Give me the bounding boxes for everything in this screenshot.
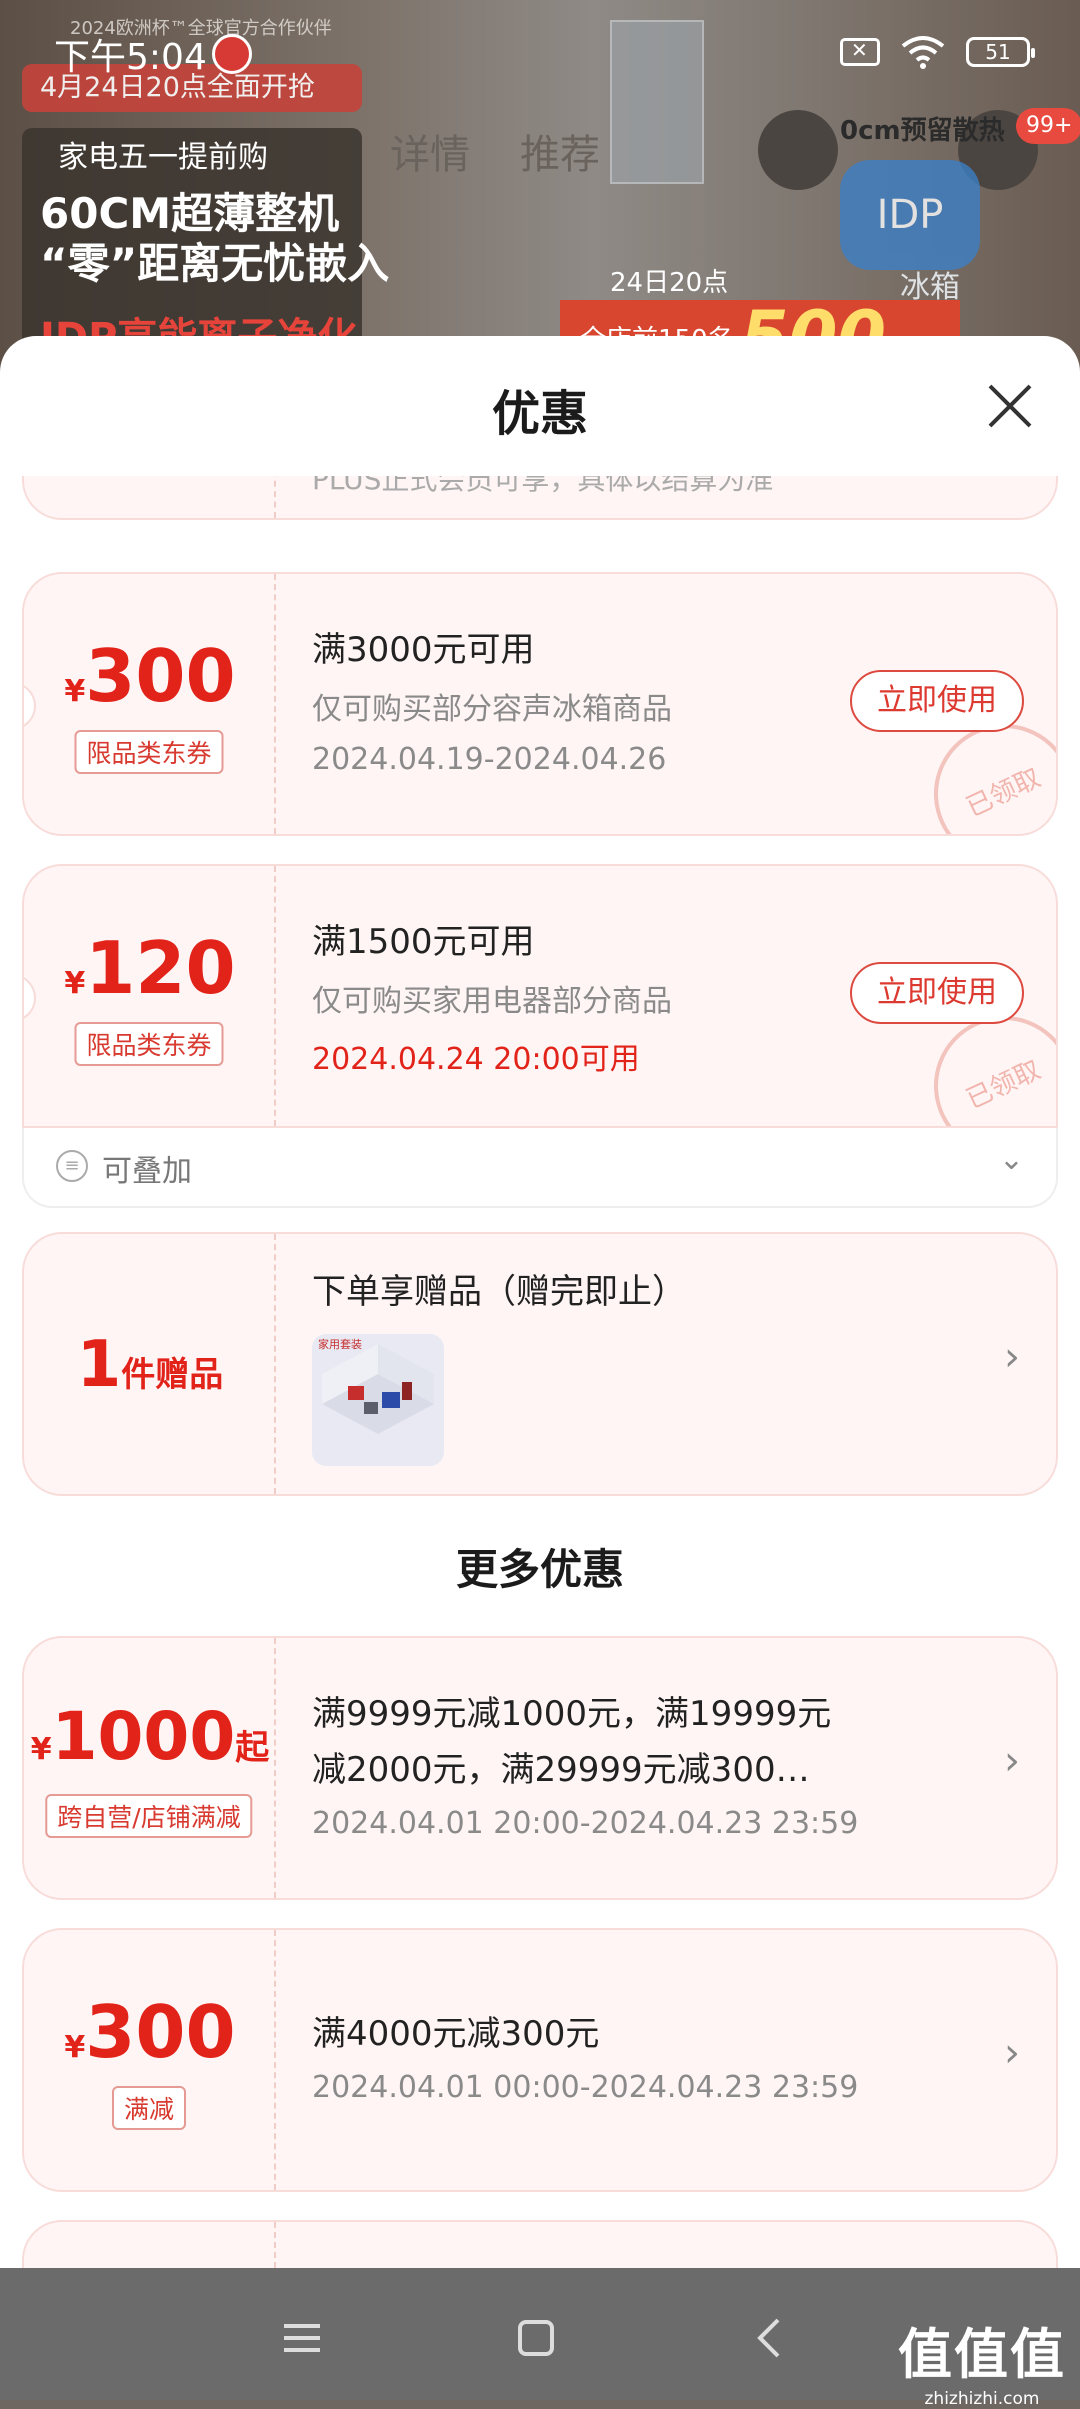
fridge-side-text: 冰箱 [900,270,960,305]
message-badge: 99+ [1016,108,1080,144]
tab-detail: 详情 [390,132,470,178]
coupon-title: 满3000元可用 [312,630,535,670]
coupon-card: ¥300 限品类东券 满3000元可用 仅可购买部分容声冰箱商品 2024.04… [22,572,1058,836]
coupon-amount: ¥120 [64,926,236,1010]
watermark-url: zhizhizhi.com [924,2389,1040,2409]
offer-tag: 跨自营/店铺满减 [45,1794,253,1838]
favorite-button-bg [758,110,838,190]
coupon-card-partial: PLUS正式会员可享，具体以结算为准 [22,476,1058,520]
coupon-amount: ¥300 [64,634,236,718]
stackable-label: 可叠加 [102,1154,192,1189]
offer-card-partial [22,2220,1058,2268]
store-promo-top: 24日20点 [610,268,729,298]
back-title: 家电五一提前购 [58,140,268,175]
menu-icon[interactable] [272,2308,332,2368]
tab-recommend: 推荐 [520,132,600,178]
close-icon[interactable] [980,376,1040,436]
coupon-title: 满1500元可用 [312,922,535,962]
offer-title-line2: 减2000元，满29999元减300… [312,1750,810,1790]
offer-amount: ¥1000起 [30,1698,270,1775]
chevron-right-icon: › [1004,1738,1020,1784]
watermark-logo: 值值值 [898,2323,1066,2386]
home-icon[interactable] [506,2308,566,2368]
offer-tag: 满减 [111,2086,187,2130]
coupon-subtitle: 仅可购买家用电器部分商品 [312,984,672,1019]
sheet-title: 优惠 [491,386,588,442]
heat-text: 0cm预留散热 [840,116,1005,146]
gift-image[interactable]: 家用套装 [312,1334,444,1466]
stackable-toggle[interactable]: ≡ 可叠加 ⌄ [22,1128,1058,1208]
coupon-partial-text: PLUS正式会员可享，具体以结算为准 [312,476,774,496]
offer-date: 2024.04.01 20:00-2024.04.23 23:59 [312,1806,859,1841]
discount-sheet: 优惠 PLUS正式会员可享，具体以结算为准 ¥300 限品类东券 满3000元可… [0,336,1080,2268]
coupon-date: 2024.04.19-2024.04.26 [312,742,667,777]
chevron-right-icon: › [1004,2030,1020,2076]
offer-card[interactable]: ¥300 满减 满4000元减300元 2024.04.01 00:00-202… [22,1928,1058,2192]
more-offers-title: 更多优惠 [455,1545,624,1594]
gift-room-icon [322,1344,434,1434]
gift-card[interactable]: 1件赠品 下单享赠品（赠完即止） 家用套装 › [22,1232,1058,1496]
offer-date: 2024.04.01 00:00-2024.04.23 23:59 [312,2070,859,2105]
gift-image-label: 家用套装 [318,1338,362,1351]
wifi-icon [901,36,945,69]
offer-title: 满4000元减300元 [312,2014,600,2054]
idp-logo: IDP [840,160,980,270]
coupon-list[interactable]: PLUS正式会员可享，具体以结算为准 ¥300 限品类东券 满3000元可用 仅… [0,476,1080,2268]
no-sim-icon [840,38,880,66]
offer-amount: ¥300 [64,1990,236,2074]
use-now-button[interactable]: 立即使用 [850,962,1024,1024]
battery-icon: 51 [966,37,1035,67]
coupon-date: 2024.04.24 20:00可用 [312,1042,640,1077]
watermark: 值值值 zhizhizhi.com [898,2310,1066,2409]
status-bar: 下午5:04 51 [0,0,1080,100]
notification-avatar-icon [212,34,252,74]
offer-card[interactable]: ¥1000起 跨自营/店铺满减 满9999元减1000元，满19999元 减20… [22,1636,1058,1900]
banner-line2: “零”距离无忧嵌入 [40,239,390,288]
stack-icon: ≡ [56,1150,88,1182]
gift-count: 1件赠品 [76,1328,224,1402]
sheet-header: 优惠 [0,336,1080,476]
status-time: 下午5:04 [54,37,207,78]
gift-title: 下单享赠品（赠完即止） [312,1272,686,1312]
use-now-button[interactable]: 立即使用 [850,670,1024,732]
coupon-tag: 限品类东券 [74,730,224,774]
back-icon[interactable] [740,2308,800,2368]
coupon-card: ¥120 限品类东券 满1500元可用 仅可购买家用电器部分商品 2024.04… [22,864,1058,1128]
coupon-subtitle: 仅可购买部分容声冰箱商品 [312,692,672,727]
offer-title-line1: 满9999元减1000元，满19999元 [312,1694,832,1734]
coupon-tag: 限品类东券 [74,1022,224,1066]
chevron-right-icon: › [1004,1334,1020,1380]
chevron-down-icon: ⌄ [998,1142,1024,1177]
